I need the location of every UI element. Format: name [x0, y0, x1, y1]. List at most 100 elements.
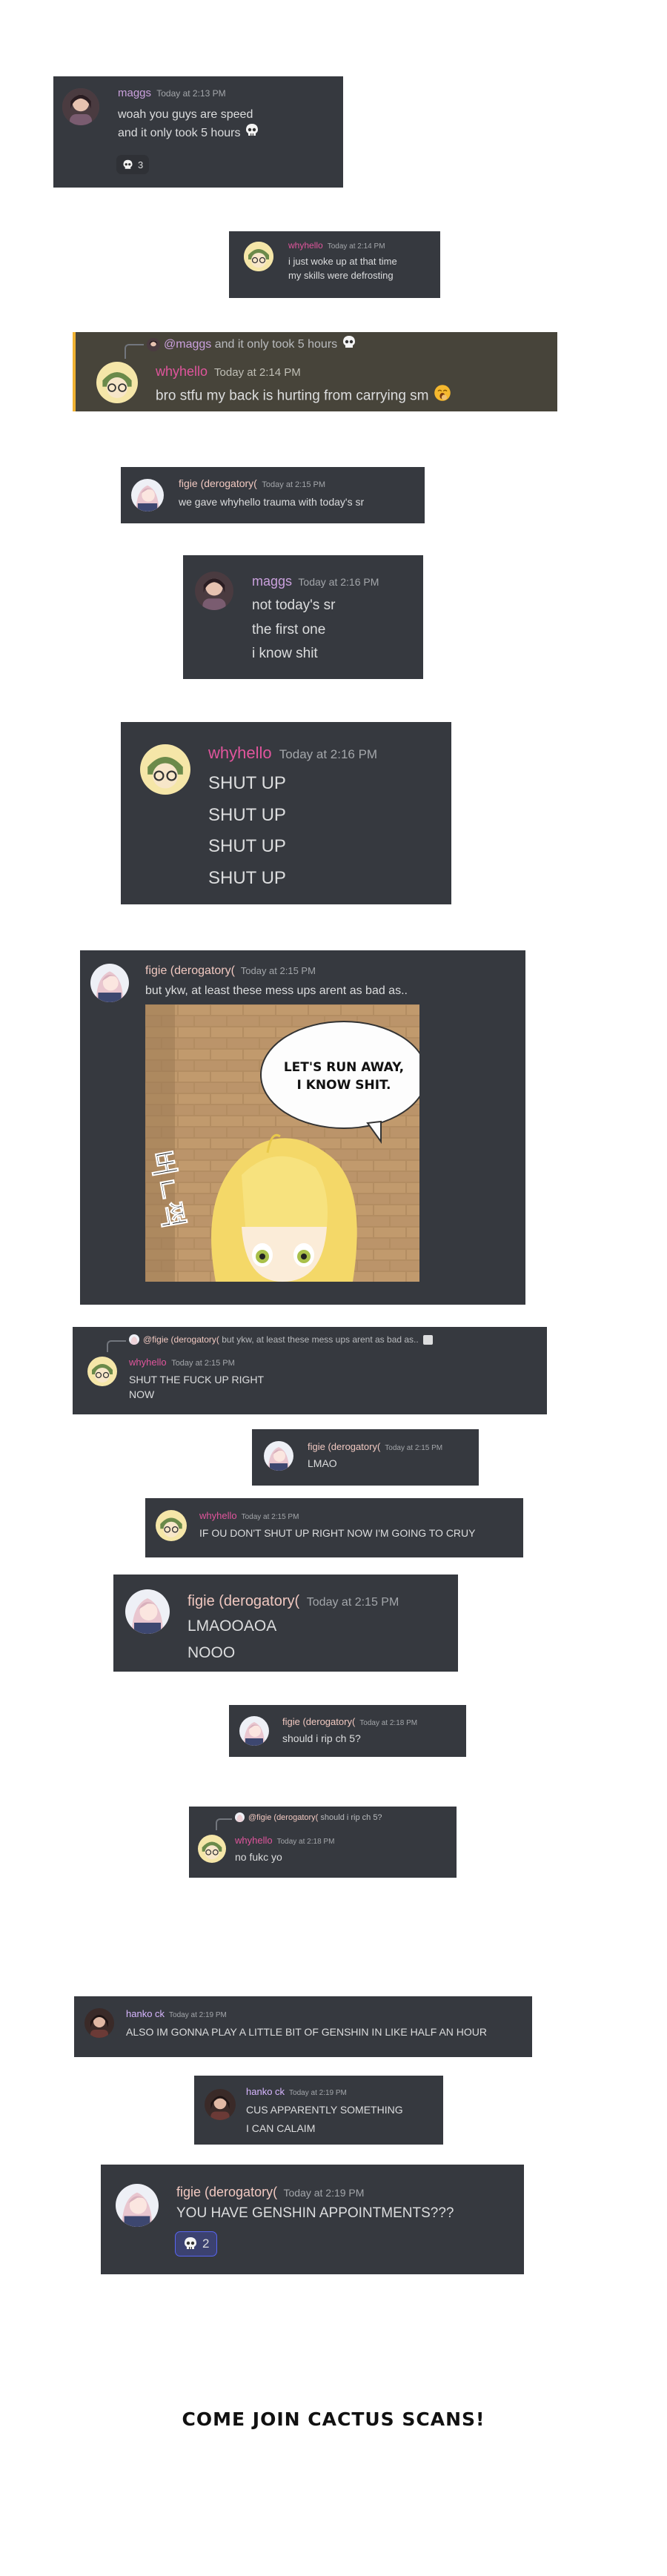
timestamp: Today at 2:14 PM: [214, 366, 301, 379]
message-line: IF OU DON'T SHUT UP RIGHT NOW I'M GOING …: [199, 1527, 476, 1539]
message-line: NOOO: [188, 1643, 236, 1661]
message-card-maggs-5: maggs Today at 2:16 PM not today's sr the…: [183, 555, 423, 679]
timestamp: Today at 2:19 PM: [169, 2011, 227, 2019]
message-card-hanko-14: hanko ck Today at 2:19 PM ALSO IM GONNA P…: [74, 1996, 532, 2057]
message-line: and it only took 5 hours: [118, 127, 241, 140]
timestamp: Today at 2:15 PM: [306, 1596, 399, 1609]
avatar[interactable]: [156, 1510, 187, 1541]
skull-icon: [122, 159, 133, 170]
author-name[interactable]: hanko ck: [126, 2008, 165, 2019]
timestamp: Today at 2:16 PM: [298, 576, 379, 588]
avatar: [235, 1812, 245, 1822]
reply-text: but ykw, at least these mess ups arent a…: [222, 1334, 419, 1345]
speech-bubble-line-2: I KNOW SHIT.: [296, 1078, 391, 1093]
message-card-whyhello-2: whyhello Today at 2:14 PM i just woke up …: [229, 231, 440, 298]
message-card-figie-16: figie (derogatory(Today at 2:19 PM YOU H…: [101, 2165, 524, 2274]
message-line: my skills were defrosting: [288, 269, 394, 281]
reaction-skull[interactable]: 2: [175, 2231, 218, 2257]
message-line: SHUT UP: [208, 868, 286, 889]
message-card-maggs-1: maggs Today at 2:13 PM woah you guys are …: [53, 76, 343, 188]
author-name[interactable]: maggs: [118, 87, 151, 99]
message-line: I CAN CALAIM: [246, 2122, 316, 2134]
avatar[interactable]: [125, 1589, 170, 1634]
skull-icon: [183, 2236, 198, 2251]
reply-mention[interactable]: @figie (derogatory(: [248, 1813, 318, 1822]
reaction-count: 2: [202, 2236, 210, 2251]
timestamp: Today at 2:19 PM: [289, 2089, 347, 2097]
avatar[interactable]: [84, 2008, 114, 2038]
reply-mention[interactable]: @maggs: [164, 338, 211, 351]
message-line: SHUT UP: [208, 773, 286, 793]
message-card-hanko-15: hanko ck Today at 2:19 PM CUS APPARENTLY …: [194, 2076, 443, 2145]
message-line: woah you guys are speed: [118, 108, 253, 121]
message-card-figie-7: figie (derogatory( Today at 2:15 PM but y…: [80, 950, 525, 1305]
message-line: SHUT UP: [208, 804, 286, 825]
author-name[interactable]: figie (derogatory(: [179, 477, 257, 489]
message-line: CUS APPARENTLY SOMETHING: [246, 2104, 403, 2116]
message-card-whyhello-3: @maggs and it only took 5 hours whyhello…: [73, 332, 557, 411]
avatar[interactable]: [198, 1835, 226, 1863]
message-line: we gave whyhello trauma with today's sr: [179, 496, 365, 508]
avatar: [147, 337, 160, 351]
avatar[interactable]: [239, 1716, 269, 1746]
author-name[interactable]: whyhello: [156, 364, 208, 379]
timestamp: Today at 2:15 PM: [241, 1513, 299, 1521]
speech-bubble-line-1: LET'S RUN AWAY,: [284, 1060, 404, 1075]
reply-preview[interactable]: @maggs and it only took 5 hours: [125, 335, 356, 359]
skull-icon: [342, 335, 356, 354]
message-line: SHUT THE FUCK UP RIGHT: [129, 1374, 265, 1385]
reaction-count: 3: [138, 159, 144, 170]
author-name[interactable]: maggs: [252, 574, 292, 589]
reaction-skull[interactable]: 3: [116, 155, 150, 174]
timestamp: Today at 2:16 PM: [279, 747, 378, 761]
author-name[interactable]: whyhello: [208, 744, 272, 762]
author-name[interactable]: figie (derogatory(: [176, 2185, 277, 2199]
avatar[interactable]: [205, 2089, 236, 2120]
skull-icon: [245, 123, 259, 143]
author-name[interactable]: whyhello: [199, 1510, 237, 1521]
message-line: not today's sr: [252, 597, 336, 613]
message-line: no fukc yo: [235, 1851, 282, 1863]
avatar[interactable]: [62, 88, 99, 125]
message-card-whyhello-6: whyhello Today at 2:16 PM SHUT UP SHUT UP…: [121, 722, 451, 904]
author-name[interactable]: hanko ck: [246, 2086, 285, 2097]
avatar[interactable]: [244, 242, 273, 271]
reply-spine: [125, 344, 144, 359]
message-line: SHUT UP: [208, 836, 286, 857]
message-line: LMAOOAOA: [188, 1618, 277, 1635]
author-name[interactable]: figie (derogatory(: [282, 1716, 355, 1727]
avatar[interactable]: [140, 744, 190, 795]
message-line: but ykw, at least these mess ups arent a…: [145, 984, 408, 997]
reply-preview[interactable]: @figie (derogatory( should i rip ch 5?: [216, 1812, 382, 1830]
author-name[interactable]: whyhello: [235, 1835, 273, 1846]
message-line: the first one: [252, 621, 326, 638]
image-attachment[interactable]: LET'S RUN AWAY, I KNOW SHIT. 버ㄴ쩍: [145, 1004, 419, 1282]
avatar[interactable]: [195, 572, 233, 610]
author-name[interactable]: figie (derogatory(: [188, 1593, 299, 1609]
timestamp: Today at 2:15 PM: [385, 1444, 443, 1452]
timestamp: Today at 2:15 PM: [240, 965, 316, 976]
message-card-figie-11: figie (derogatory( Today at 2:15 PM LMAOO…: [113, 1575, 458, 1672]
footer-promo: COME JOIN CACTUS SCANS!: [182, 2408, 485, 2430]
author-name[interactable]: whyhello: [288, 240, 323, 251]
avatar[interactable]: [90, 964, 129, 1002]
avatar[interactable]: [131, 479, 164, 511]
message-card-figie-4: figie (derogatory(Today at 2:15 PM we ga…: [121, 467, 425, 523]
reply-mention[interactable]: @figie (derogatory(: [143, 1334, 219, 1345]
message-card-whyhello-13: @figie (derogatory( should i rip ch 5? w…: [189, 1807, 457, 1878]
message-line: YOU HAVE GENSHIN APPOINTMENTS???: [176, 2205, 454, 2221]
avatar[interactable]: [87, 1357, 117, 1386]
message-line: bro stfu my back is hurting from carryin…: [156, 388, 429, 404]
avatar[interactable]: [264, 1441, 293, 1471]
author-name[interactable]: figie (derogatory(: [308, 1441, 380, 1452]
avatar[interactable]: [96, 362, 138, 403]
avatar[interactable]: [116, 2184, 159, 2227]
timestamp: Today at 2:18 PM: [359, 1719, 418, 1727]
image-icon: [422, 1334, 433, 1345]
author-name[interactable]: figie (derogatory(: [145, 964, 235, 977]
message-line: ALSO IM GONNA PLAY A LITTLE BIT OF GENSH…: [126, 2026, 488, 2038]
reply-preview[interactable]: @figie (derogatory( but ykw, at least th…: [107, 1334, 433, 1352]
author-name[interactable]: whyhello: [129, 1357, 167, 1368]
timestamp: Today at 2:13 PM: [156, 88, 226, 99]
message-card-figie-9: figie (derogatory(Today at 2:15 PM LMAO: [252, 1429, 479, 1486]
